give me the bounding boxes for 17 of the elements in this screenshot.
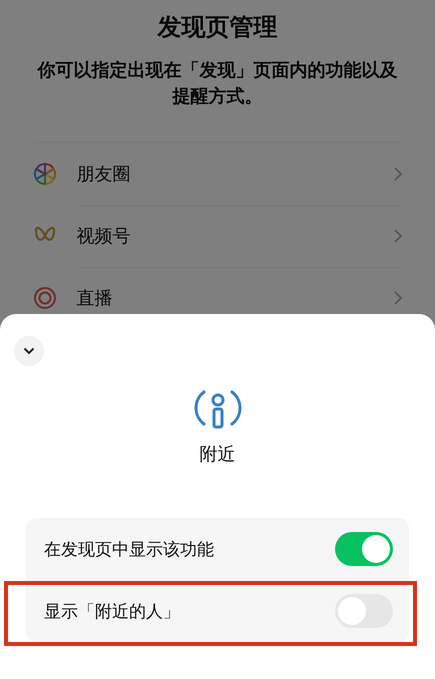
list-item[interactable]: 朋友圈 <box>76 162 130 186</box>
sheet-title: 附近 <box>200 443 236 466</box>
chevron-right-icon <box>392 228 402 244</box>
chevron-down-icon <box>23 347 35 355</box>
page-description: 你可以指定出现在「发现」页面内的功能以及提醒方式。 <box>36 59 398 109</box>
toggle-switch[interactable] <box>335 594 393 628</box>
target-icon <box>32 286 56 310</box>
setting-label: 显示「附近的人」 <box>44 600 180 622</box>
setting-label: 在发现页中显示该功能 <box>44 538 214 560</box>
chevron-right-icon <box>392 290 402 306</box>
aperture-icon <box>32 162 56 186</box>
collapse-button[interactable] <box>14 336 44 366</box>
list-item[interactable]: 直播 <box>76 286 112 310</box>
chevron-right-icon <box>392 166 402 182</box>
list-item[interactable]: 视频号 <box>76 224 130 248</box>
page-title: 发现页管理 <box>158 12 278 43</box>
toggle-switch[interactable] <box>335 532 393 566</box>
